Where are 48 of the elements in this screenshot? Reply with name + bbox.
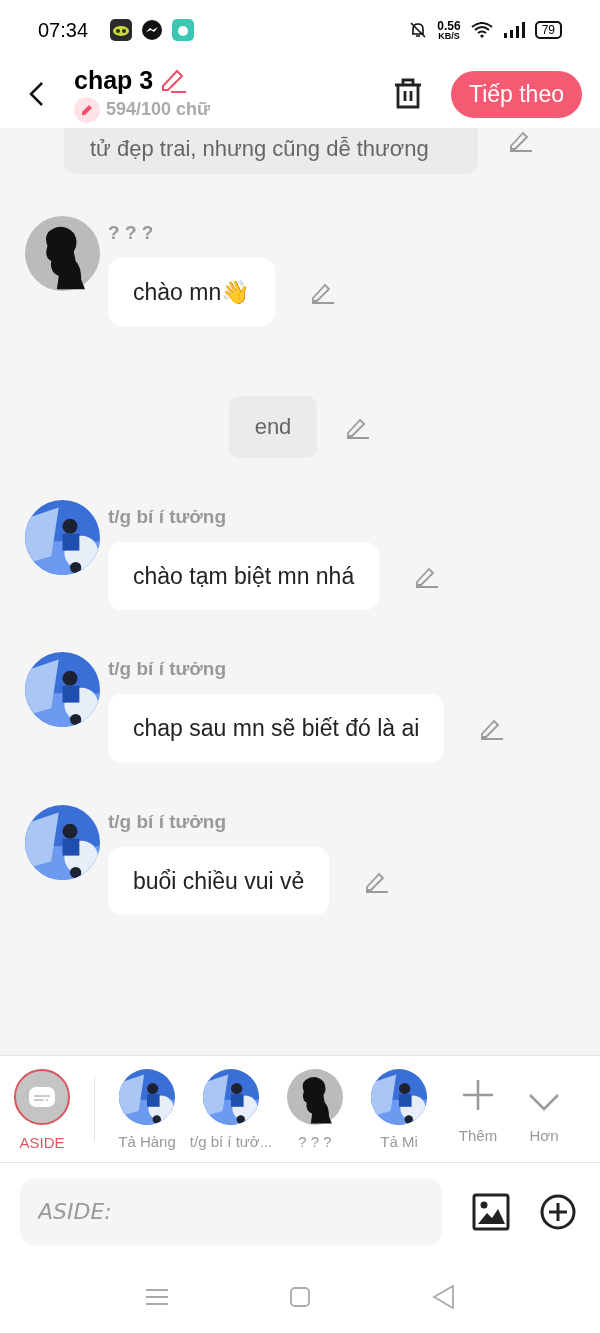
narration-bubble: tử đẹp trai, nhưng cũng dễ thương — [64, 128, 478, 174]
more-button[interactable]: Hơn — [511, 1074, 577, 1144]
option-label: ? ? ? — [298, 1132, 332, 1150]
battery-indicator: 79 — [534, 21, 562, 39]
option-label: ASIDE — [19, 1133, 65, 1151]
message-bubble: chào tạm biệt mn nhá — [108, 542, 380, 611]
character-name: t/g bí í tưởng — [108, 810, 228, 833]
wifi-icon — [470, 22, 493, 38]
option-label: Tả Hàng — [118, 1132, 176, 1150]
status-time: 07:34 — [38, 18, 89, 42]
add-character-button[interactable]: Thêm — [445, 1074, 511, 1144]
bell-off-icon — [409, 21, 428, 39]
silhouette-avatar-icon — [25, 216, 100, 291]
character-option[interactable]: t/g bí í tưở... — [189, 1068, 273, 1150]
app-icon — [172, 19, 195, 41]
narration-icon — [13, 1067, 71, 1126]
character-name: t/g bí í tưởng — [108, 658, 228, 681]
next-button[interactable]: Tiếp theo — [450, 70, 582, 118]
menu-icon[interactable] — [146, 1287, 168, 1306]
character-name: t/g bí í tưởng — [108, 506, 228, 529]
message-bubble: chap sau mn sẽ biết đó là ai — [108, 694, 445, 763]
pencil-icon — [74, 96, 100, 123]
chapter-title: chap 3 — [74, 65, 154, 95]
signal-icon — [502, 22, 525, 38]
back-nav-icon[interactable] — [432, 1284, 454, 1309]
option-label: t/g bí í tưở... — [189, 1132, 273, 1150]
aside-option[interactable]: ASIDE — [0, 1067, 84, 1151]
silhouette-avatar-icon — [287, 1068, 343, 1125]
back-icon[interactable] — [28, 81, 44, 107]
messenger-icon — [142, 20, 163, 40]
character-option[interactable]: ? ? ? — [273, 1068, 357, 1150]
add-icon[interactable] — [540, 1193, 576, 1230]
game-app-icon — [110, 19, 133, 41]
network-speed: 0.56 — [437, 19, 461, 32]
narration-bubble: end — [228, 396, 318, 459]
message-bubble: buổi chiều vui vẻ — [108, 846, 330, 915]
speed-unit: KB/S — [438, 31, 460, 41]
chevron-down-icon — [529, 1093, 559, 1111]
character-name: ? ? ? — [108, 222, 155, 244]
image-icon[interactable] — [472, 1192, 510, 1231]
home-icon[interactable] — [290, 1286, 310, 1307]
trash-icon[interactable] — [392, 78, 423, 110]
message-bubble: chào mn👋 — [108, 258, 276, 327]
character-option[interactable]: Tả Mi — [357, 1068, 441, 1150]
option-label: Tả Mi — [380, 1132, 418, 1150]
word-count: 594/100 chữ — [106, 99, 211, 120]
plus-icon — [462, 1079, 494, 1111]
character-option[interactable]: Tả Hàng — [105, 1068, 189, 1150]
